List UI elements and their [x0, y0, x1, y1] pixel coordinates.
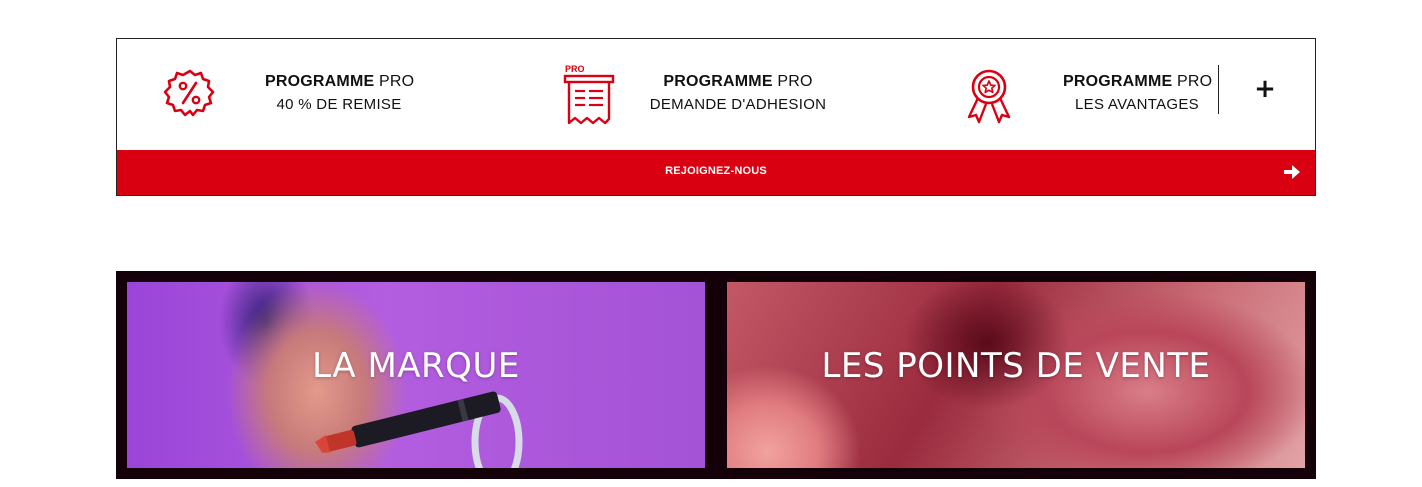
pro-item-title: PROGRAMME PRO [265, 73, 415, 90]
join-us-button[interactable]: REJOIGNEZ-NOUS [117, 150, 1315, 195]
expand-plus-button[interactable]: + [1251, 75, 1279, 103]
pro-item-title: PROGRAMME PRO [1063, 73, 1213, 90]
join-us-label: REJOIGNEZ-NOUS [665, 165, 767, 177]
pro-item-subtitle: LES AVANTAGES [1075, 96, 1199, 113]
pro-item-application[interactable]: PRO PROGRAMME PRO DEMANDE D'ADHESION [517, 39, 917, 150]
pro-item-text: PROGRAMME PRO LES AVANTAGES [1063, 72, 1213, 118]
points-of-sale-tile-title: LES POINTS DE VENTE [821, 346, 1211, 386]
pro-application-form-icon: PRO [561, 63, 617, 127]
arrow-right-icon [1283, 164, 1301, 180]
lipstick-image [312, 390, 517, 460]
pro-item-discount[interactable]: PROGRAMME PRO 40 % DE REMISE [117, 39, 517, 150]
award-ribbon-icon [961, 67, 1017, 125]
pro-item-subtitle: DEMANDE D'ADHESION [649, 96, 827, 113]
pro-item-text: PROGRAMME PRO DEMANDE D'ADHESION [643, 72, 833, 118]
percent-badge-icon [163, 65, 217, 125]
vertical-divider [1218, 65, 1219, 114]
pro-item-text: PROGRAMME PRO 40 % DE REMISE [265, 72, 415, 118]
pro-icon-label: PRO [565, 64, 585, 74]
pro-program-row: PROGRAMME PRO 40 % DE REMISE PRO PROGRAM… [117, 39, 1315, 150]
brand-tile-title: LA MARQUE [312, 346, 520, 386]
points-of-sale-tile[interactable]: LES POINTS DE VENTE [727, 282, 1305, 468]
pro-item-benefits[interactable]: PROGRAMME PRO LES AVANTAGES [917, 39, 1217, 150]
brand-tile[interactable]: LA MARQUE [127, 282, 705, 468]
pro-program-banner: PROGRAMME PRO 40 % DE REMISE PRO PROGRAM… [116, 38, 1316, 196]
pro-item-subtitle: 40 % DE REMISE [276, 96, 402, 113]
pro-item-title: PROGRAMME PRO [663, 73, 813, 90]
promo-tiles: LA MARQUE LES POINTS DE VENTE [116, 271, 1316, 479]
